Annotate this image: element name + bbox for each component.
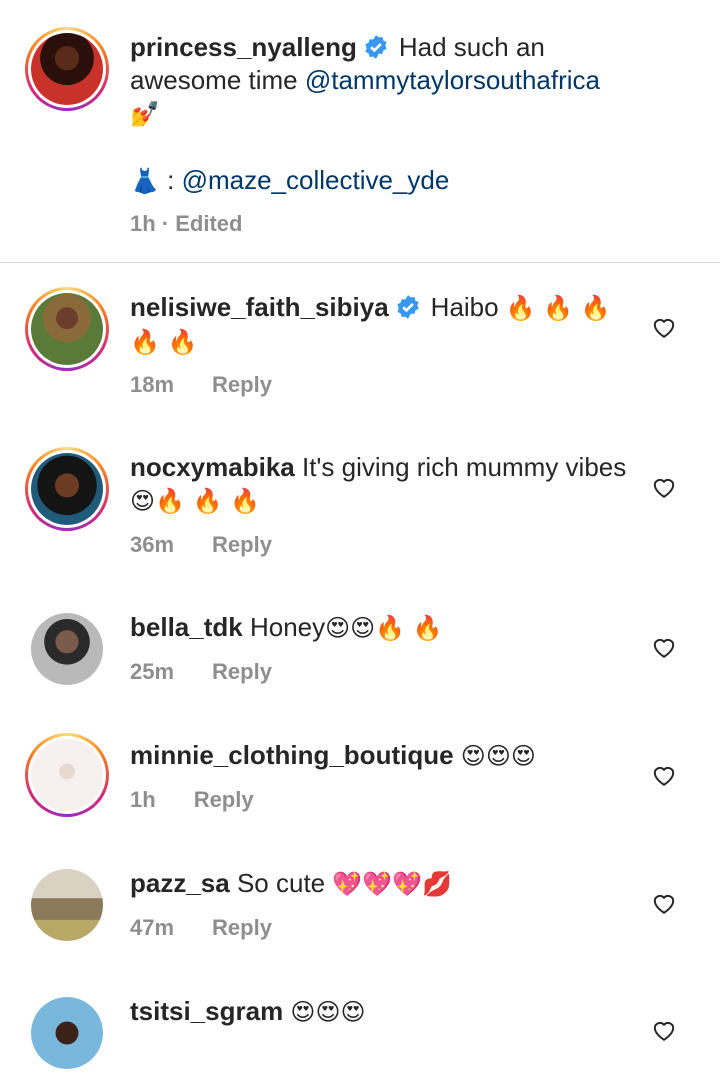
- comment-body: Haibo: [430, 292, 499, 322]
- post-author-username[interactable]: princess_nyalleng: [130, 32, 357, 62]
- heart-outline-icon[interactable]: [651, 635, 677, 659]
- comment-emojis: 😍😍🔥 🔥: [325, 614, 443, 642]
- comment-body: So cute: [236, 868, 326, 898]
- avatar[interactable]: [25, 733, 109, 817]
- dress-emoji: 👗: [130, 167, 160, 195]
- comment-text: pazz_sa So cute 💖💖💖💋: [130, 867, 640, 901]
- heart-outline-icon[interactable]: [651, 1018, 677, 1042]
- avatar[interactable]: [25, 287, 109, 371]
- comment-meta: 47m Reply: [130, 915, 272, 941]
- comment-meta: 1h Reply: [130, 787, 254, 813]
- avatar[interactable]: [25, 991, 109, 1075]
- comment-text: minnie_clothing_boutique 😍😍😍: [130, 739, 640, 773]
- comment-time: 18m: [130, 372, 175, 397]
- caption-emoji: 💅: [130, 100, 160, 128]
- dress-mention-link[interactable]: @maze_collective_yde: [182, 165, 450, 195]
- comment-time: 1h: [130, 787, 156, 812]
- comment-emojis: 💖💖💖💋: [332, 870, 452, 898]
- post-time: 1h: [130, 211, 156, 236]
- comment-meta: 25m Reply: [130, 659, 272, 685]
- heart-outline-icon[interactable]: [651, 763, 677, 787]
- comment-username[interactable]: bella_tdk: [130, 612, 243, 642]
- verified-badge-icon: [397, 295, 419, 319]
- post-edited-label[interactable]: Edited: [175, 211, 242, 236]
- post-caption: princess_nyalleng Had such an awesome tim…: [0, 0, 720, 262]
- comment-time: 36m: [130, 532, 175, 557]
- comment-text: bella_tdk Honey😍😍🔥 🔥: [130, 611, 640, 645]
- comment-time: 25m: [130, 659, 175, 684]
- comment-emojis: 😍😍😍: [290, 998, 366, 1026]
- comment-body: Honey: [249, 612, 326, 642]
- post-separator: ·: [155, 211, 176, 236]
- avatar[interactable]: [25, 863, 109, 947]
- post-meta: 1h · Edited: [130, 211, 242, 237]
- avatar[interactable]: [25, 607, 109, 691]
- reply-button[interactable]: Reply: [212, 915, 272, 940]
- heart-outline-icon[interactable]: [651, 475, 677, 499]
- reply-button[interactable]: Reply: [194, 787, 254, 812]
- dress-prefix: :: [159, 165, 182, 195]
- avatar[interactable]: [25, 447, 109, 531]
- reply-button[interactable]: Reply: [212, 372, 272, 397]
- comment-text: tsitsi_sgram 😍😍😍: [130, 995, 640, 1029]
- comment-meta: 36m Reply: [130, 532, 272, 558]
- divider: [0, 262, 720, 263]
- post-author-avatar[interactable]: [25, 27, 109, 111]
- comment-username[interactable]: nelisiwe_faith_sibiya: [130, 292, 389, 322]
- reply-button[interactable]: Reply: [212, 659, 272, 684]
- reply-button[interactable]: Reply: [212, 532, 272, 557]
- comment-text: nocxymabika It's giving rich mummy vibes…: [130, 451, 640, 518]
- comment-time: 47m: [130, 915, 175, 940]
- comment-body: It's giving rich mummy vibes: [301, 452, 627, 482]
- comment-emojis: 😍🔥 🔥 🔥: [130, 487, 260, 515]
- comment-username[interactable]: nocxymabika: [130, 452, 295, 482]
- heart-outline-icon[interactable]: [651, 891, 677, 915]
- comment-emojis: 😍😍😍: [460, 742, 536, 770]
- caption-text: princess_nyalleng Had such an awesome tim…: [130, 31, 660, 198]
- caption-mention-link[interactable]: @tammytaylorsouthafrica: [305, 65, 600, 95]
- comment-text: nelisiwe_faith_sibiya Haibo 🔥 🔥 🔥 🔥 🔥: [130, 291, 640, 359]
- comment-username[interactable]: tsitsi_sgram: [130, 996, 283, 1026]
- comment-username[interactable]: pazz_sa: [130, 868, 230, 898]
- comment-meta: 18m Reply: [130, 372, 272, 398]
- verified-badge-icon: [365, 35, 387, 59]
- comment-username[interactable]: minnie_clothing_boutique: [130, 740, 454, 770]
- heart-outline-icon[interactable]: [651, 315, 677, 339]
